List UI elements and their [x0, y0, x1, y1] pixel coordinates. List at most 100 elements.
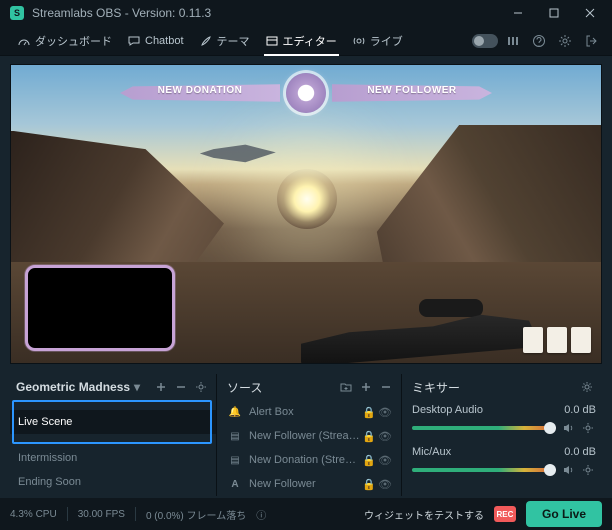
broadcast-icon — [353, 35, 365, 47]
mixer-level: 0.0 dB — [564, 446, 596, 458]
mixer-desktop-audio: Desktop Audio 0.0 dB — [406, 400, 602, 442]
nav-label: Chatbot — [145, 35, 184, 47]
scene-label: Ending Soon — [18, 476, 208, 488]
go-live-button[interactable]: Go Live — [526, 501, 602, 527]
banner-wing-right: NEW FOLLOWER — [332, 82, 492, 104]
scenes-panel: Geometric Madness ▾ Live Scene Intermiss… — [10, 374, 216, 496]
volume-slider[interactable] — [412, 426, 556, 430]
doc-icon: ▤ — [229, 431, 241, 442]
source-label: New Donation (Stream Label) — [249, 454, 361, 466]
source-row[interactable]: 🔔Alert Box🔒👁 — [221, 400, 401, 424]
eye-icon[interactable]: 👁 — [377, 478, 393, 491]
nav-editor[interactable]: エディター — [258, 26, 345, 56]
lock-icon[interactable]: 🔒 — [361, 406, 377, 419]
banner-left-label: NEW DONATION — [120, 85, 280, 96]
source-row[interactable]: ▤ New Follower (Stream Label)🔒👁 — [221, 424, 401, 448]
status-dropped: 0 (0.0%) フレーム落ち — [146, 507, 246, 522]
record-button[interactable]: REC — [494, 506, 516, 522]
brush-icon — [200, 35, 212, 47]
scene-row-intermission[interactable]: Intermission — [10, 446, 216, 470]
columns-icon[interactable] — [502, 30, 524, 52]
add-scene-button[interactable] — [152, 378, 170, 396]
mode-toggle[interactable] — [472, 34, 498, 48]
scene-label: Intermission — [18, 452, 208, 464]
mixer-mic-aux: Mic/Aux0.0 dB — [406, 442, 602, 484]
logout-icon[interactable] — [580, 30, 602, 52]
preview-canvas[interactable]: NEW DONATION NEW FOLLOWER — [10, 64, 602, 364]
close-button[interactable] — [572, 0, 608, 26]
volume-slider[interactable] — [412, 468, 556, 472]
scene-sun — [277, 169, 337, 229]
scene-collection-name: Geometric Madness — [16, 380, 130, 394]
mixer-name: Desktop Audio — [412, 404, 483, 416]
lock-icon[interactable]: 🔒 — [361, 478, 377, 491]
sources-list: 🔔Alert Box🔒👁 ▤ New Follower (Stream Label… — [221, 400, 401, 496]
mixer-level: 0.0 dB — [564, 404, 596, 416]
scene-cards — [523, 327, 591, 353]
source-label: Alert Box — [249, 406, 361, 418]
scene-row-live[interactable]: Live Scene — [10, 410, 216, 434]
source-row[interactable]: ▤ New Donation (Stream Label)🔒👁 — [221, 448, 401, 472]
chevron-down-icon: ▾ — [134, 380, 140, 394]
statusbar: 4.3% CPU 30.00 FPS 0 (0.0%) フレーム落ち ⓘ ウィジ… — [0, 498, 612, 530]
mixer-panel: ミキサー Desktop Audio 0.0 dB Mic/Aux0.0 dB — [402, 374, 602, 496]
chat-icon — [128, 35, 140, 47]
nav-live[interactable]: ライブ — [345, 26, 411, 56]
nav-themes[interactable]: テーマ — [192, 26, 258, 56]
nav-label: テーマ — [217, 33, 250, 49]
test-widgets-link[interactable]: ウィジェットをテストする — [364, 507, 484, 522]
nav-label: エディター — [283, 33, 337, 49]
gauge-icon — [18, 35, 30, 47]
scene-label: Live Scene — [18, 416, 208, 428]
navbar: ダッシュボード Chatbot テーマ エディター ライブ — [0, 26, 612, 56]
source-label: New Follower — [249, 478, 361, 490]
sources-panel: ソース 🔔Alert Box🔒👁 ▤ New Follower (Stream L… — [216, 374, 402, 496]
add-source-button[interactable] — [357, 378, 375, 396]
doc-icon: ▤ — [229, 455, 241, 466]
webcam-overlay[interactable] — [25, 265, 175, 351]
scene-scope — [419, 299, 483, 317]
nav-chatbot[interactable]: Chatbot — [120, 26, 192, 56]
star-icon — [286, 73, 326, 113]
minimize-button[interactable] — [500, 0, 536, 26]
banner-wing-left: NEW DONATION — [120, 82, 280, 104]
sources-title: ソース — [227, 379, 262, 396]
panels: Geometric Madness ▾ Live Scene Intermiss… — [0, 372, 612, 498]
eye-icon[interactable]: 👁 — [377, 406, 393, 419]
rec-label: REC — [497, 510, 514, 519]
nav-label: ライブ — [370, 33, 403, 49]
text-icon: A — [229, 479, 241, 490]
source-row[interactable]: A New Follower🔒👁 — [221, 472, 401, 496]
alert-banner: NEW DONATION NEW FOLLOWER — [120, 73, 492, 113]
speaker-icon[interactable] — [562, 464, 576, 476]
mixer-item-settings-icon[interactable] — [582, 422, 596, 434]
lock-icon[interactable]: 🔒 — [361, 454, 377, 467]
source-label: New Follower (Stream Label) — [249, 430, 361, 442]
settings-icon[interactable] — [554, 30, 576, 52]
remove-source-button[interactable] — [377, 378, 395, 396]
info-icon[interactable]: ⓘ — [256, 507, 266, 522]
scene-collection-dropdown[interactable]: Geometric Madness ▾ — [10, 374, 216, 400]
scene-row-ending[interactable]: Ending Soon — [10, 470, 216, 494]
mixer-item-settings-icon[interactable] — [582, 464, 596, 476]
titlebar: S Streamlabs OBS - Version: 0.11.3 — [0, 0, 612, 26]
maximize-button[interactable] — [536, 0, 572, 26]
remove-scene-button[interactable] — [172, 378, 190, 396]
help-icon[interactable] — [528, 30, 550, 52]
eye-icon[interactable]: 👁 — [377, 430, 393, 443]
status-fps: 30.00 FPS — [78, 509, 125, 520]
scene-settings-icon[interactable] — [192, 378, 210, 396]
mixer-settings-icon[interactable] — [578, 378, 596, 396]
golive-label: Go Live — [542, 507, 586, 521]
nav-label: ダッシュボード — [35, 33, 112, 49]
lock-icon[interactable]: 🔒 — [361, 430, 377, 443]
eye-icon[interactable]: 👁 — [377, 454, 393, 467]
nav-dashboard[interactable]: ダッシュボード — [10, 26, 120, 56]
add-folder-button[interactable] — [337, 378, 355, 396]
app-window: S Streamlabs OBS - Version: 0.11.3 ダッシュボ… — [0, 0, 612, 530]
app-logo-icon: S — [10, 6, 24, 20]
mixer-title: ミキサー — [412, 379, 460, 396]
speaker-icon[interactable] — [562, 422, 576, 434]
window-title: Streamlabs OBS - Version: 0.11.3 — [32, 6, 211, 20]
status-cpu: 4.3% CPU — [10, 509, 57, 520]
